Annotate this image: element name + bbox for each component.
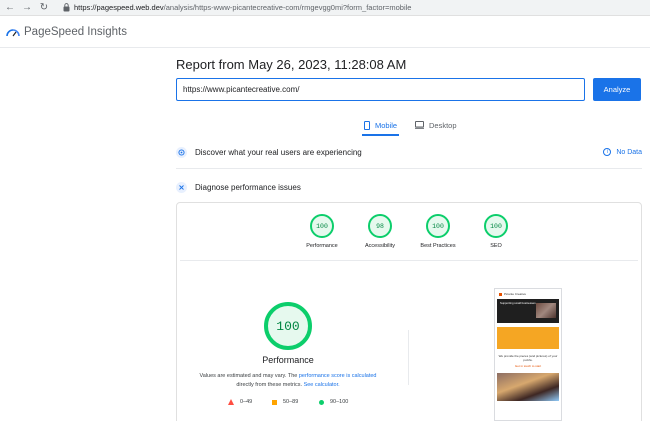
diagnose-title: Diagnose performance issues xyxy=(195,182,301,192)
reload-icon[interactable]: ↻ xyxy=(37,1,51,15)
legend-pass-label: 90–100 xyxy=(330,399,349,405)
thumb-orange-block xyxy=(497,327,559,349)
page-screenshot-thumbnail: Picante Creative Supporting small busine… xyxy=(494,288,562,421)
card-divider xyxy=(180,260,638,261)
url-domain: https://pagespeed.web.dev xyxy=(74,3,164,12)
note-text-2: directly from these metrics. xyxy=(236,382,304,388)
tab-desktop[interactable]: Desktop xyxy=(415,116,457,134)
thumb-brand: Picante Creative xyxy=(504,292,527,296)
app-header: PageSpeed Insights xyxy=(0,16,650,48)
seo-gauge[interactable]: 100 xyxy=(484,214,508,238)
legend-fail-label: 0–49 xyxy=(240,399,253,405)
pass-circle-icon xyxy=(319,399,324,405)
accessibility-gauge-label: Accessibility xyxy=(365,243,395,249)
performance-note: Values are estimated and may vary. The p… xyxy=(182,372,394,390)
desktop-icon xyxy=(415,121,424,129)
real-users-title: Discover what your real users are experi… xyxy=(195,147,362,157)
thumb-link-text: Get in touch to start xyxy=(514,364,542,368)
average-square-icon xyxy=(272,399,277,405)
brand-name[interactable]: PageSpeed Insights xyxy=(24,26,127,38)
note-text-1: Values are estimated and may vary. The xyxy=(199,373,299,379)
fail-triangle-icon xyxy=(228,399,234,405)
performance-score-gauge: 100 xyxy=(264,302,312,350)
back-icon[interactable]: ← xyxy=(3,1,17,15)
legend-pass: 90–100 xyxy=(319,399,348,405)
section-divider xyxy=(176,168,642,169)
thumb-hero-text: Supporting small businesses xyxy=(500,301,536,305)
thumb-hero: Supporting small businesses xyxy=(497,299,559,323)
address-bar[interactable]: https://pagespeed.web.dev/analysis/https… xyxy=(74,3,411,12)
url-path: /analysis/https-www-picantecreative-com/… xyxy=(163,3,412,12)
best-practices-gauge[interactable]: 100 xyxy=(426,214,450,238)
vertical-divider xyxy=(408,330,409,385)
thumb-bottom-image xyxy=(497,373,559,401)
browser-url-bar: ← → ↻ https://pagespeed.web.dev/analysis… xyxy=(0,0,650,16)
analyze-button[interactable]: Analyze xyxy=(593,78,641,101)
report-title: Report from May 26, 2023, 11:28:08 AM xyxy=(176,57,407,72)
see-calculator-link[interactable]: See calculator. xyxy=(304,382,340,388)
forward-icon[interactable]: → xyxy=(20,1,34,15)
lock-icon[interactable] xyxy=(61,2,71,14)
legend-average: 50–89 xyxy=(272,399,298,405)
real-users-section[interactable]: Discover what your real users are experi… xyxy=(176,143,642,161)
info-icon: i xyxy=(603,148,612,156)
tab-mobile-label: Mobile xyxy=(375,120,398,130)
diagnose-section[interactable]: Diagnose performance issues xyxy=(176,178,642,196)
mobile-icon xyxy=(364,120,370,130)
legend-fail: 0–49 xyxy=(228,399,252,405)
best-practices-gauge-label: Best Practices xyxy=(420,243,456,249)
legend-average-label: 50–89 xyxy=(283,399,299,405)
no-data-label: No Data xyxy=(616,148,642,156)
tab-mobile[interactable]: Mobile xyxy=(362,116,400,136)
performance-gauge[interactable]: 100 xyxy=(310,214,334,238)
performance-gauge-label: Performance xyxy=(306,243,338,249)
score-calculated-link[interactable]: performance score is calculated xyxy=(299,373,377,379)
thumb-header: Picante Creative xyxy=(495,289,561,299)
thumb-hero-image xyxy=(536,303,556,318)
accessibility-gauge[interactable]: 98 xyxy=(368,214,392,238)
diagnose-icon xyxy=(176,181,187,193)
seo-gauge-label: SEO xyxy=(490,243,502,249)
thumb-logo-icon xyxy=(499,292,502,296)
tab-desktop-label: Desktop xyxy=(429,120,457,130)
pagespeed-logo-icon[interactable] xyxy=(6,27,20,37)
thumb-body-text: We provide the pieces (and pictures) of … xyxy=(498,354,558,362)
performance-score-label: Performance xyxy=(262,355,314,365)
no-data-link[interactable]: i No Data xyxy=(603,148,642,156)
url-input[interactable] xyxy=(176,78,585,101)
users-icon xyxy=(176,146,187,158)
